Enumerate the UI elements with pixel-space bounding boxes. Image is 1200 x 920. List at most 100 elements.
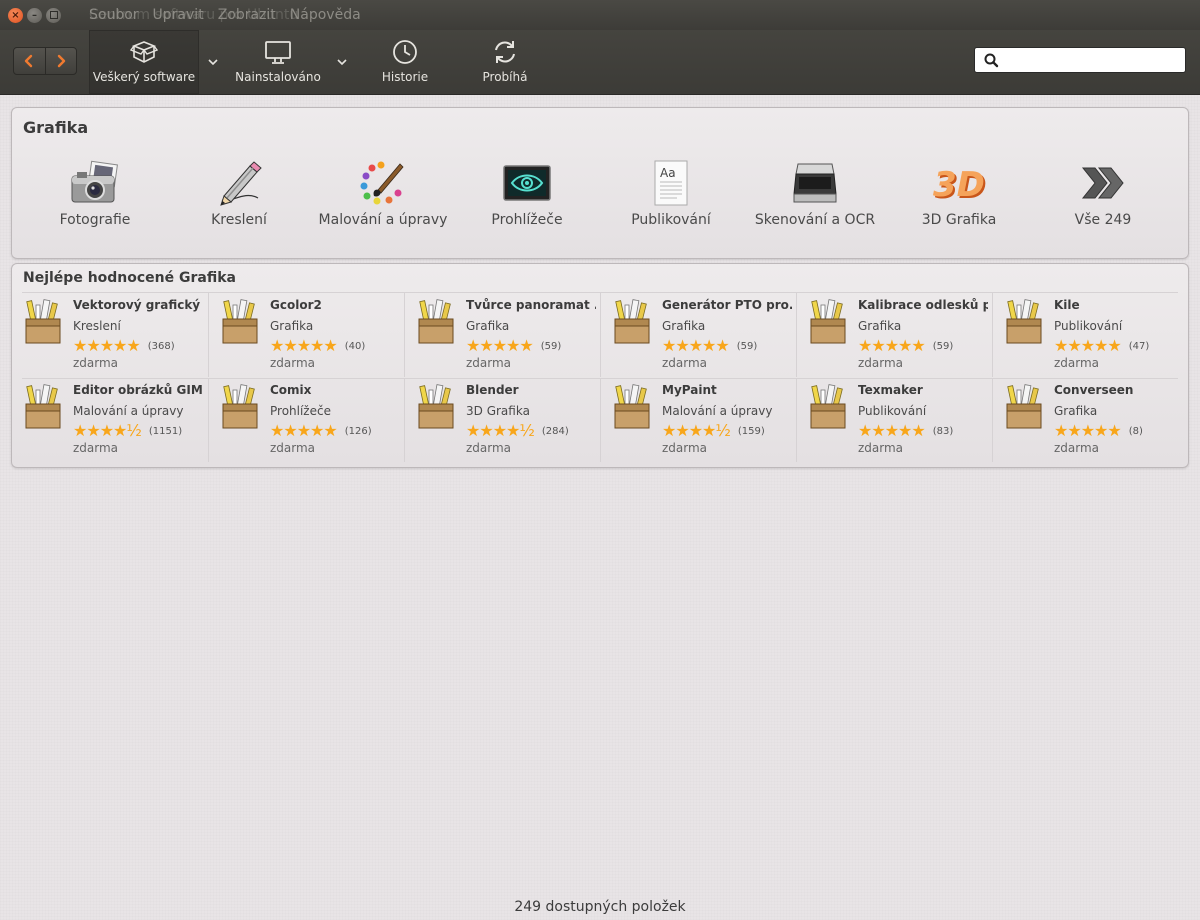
category-prohlizece[interactable]: Prohlížeče (455, 160, 599, 229)
app-tile[interactable]: Converseen Grafika ★★★★★ (8) zdarma (992, 378, 1188, 462)
app-category: Prohlížeče (270, 404, 331, 418)
app-name: Gcolor2 (270, 298, 322, 312)
category-panel: Grafika Fotografie Kreslení Malování a ú… (11, 107, 1189, 259)
installed-dropdown[interactable] (331, 44, 353, 80)
app-tile[interactable]: Blender 3D Grafika ★★★★½ (284) zdarma (404, 378, 600, 462)
minimize-window-button[interactable]: – (27, 7, 42, 23)
star-rating: ★★★★½ (466, 421, 535, 440)
menu-zobrazit[interactable]: Zobrazit (218, 7, 276, 23)
category-kresleni[interactable]: Kreslení (167, 160, 311, 229)
category-label: Fotografie (59, 212, 131, 228)
package-icon (613, 384, 651, 430)
star-rating: ★★★★★ (662, 336, 730, 355)
category-skenovani[interactable]: Skenování a OCR (743, 160, 887, 229)
maximize-window-button[interactable] (46, 7, 61, 23)
category-3d-grafika[interactable]: 3D 3D 3D Grafika (887, 160, 1031, 229)
app-tile[interactable]: MyPaint Malování a úpravy ★★★★½ (159) zdarma (600, 378, 796, 462)
review-count: (8) (1128, 425, 1143, 437)
star-rating: ★★★★½ (73, 421, 142, 440)
app-category: Malování a úpravy (662, 404, 773, 418)
maximize-icon (49, 11, 58, 19)
installed-button[interactable]: Nainstalováno (226, 30, 330, 94)
in-progress-label: Probíhá (482, 70, 528, 84)
menu-napoveda[interactable]: Nápověda (290, 7, 361, 23)
app-tile[interactable]: Gcolor2 Grafika ★★★★★ (40) zdarma (208, 293, 404, 377)
menu-upravit[interactable]: Upravit (153, 7, 204, 23)
app-category: Kreslení (73, 319, 121, 333)
app-tile[interactable]: Comix Prohlížeče ★★★★★ (126) zdarma (208, 378, 404, 462)
category-publikovani[interactable]: Aa Publikování (599, 160, 743, 229)
star-rating: ★★★★★ (858, 336, 926, 355)
installed-label: Nainstalováno (235, 70, 321, 84)
app-price: zdarma (858, 441, 904, 455)
app-tile[interactable]: Kalibrace odlesků p... Grafika ★★★★★ (59) zd… (796, 293, 992, 377)
palette-icon (360, 161, 404, 205)
app-name: Texmaker (858, 383, 923, 397)
app-name: Converseen (1054, 383, 1134, 397)
3d-icon: 3D 3D (933, 165, 987, 206)
app-category: 3D Grafika (466, 404, 530, 418)
app-name: Vektorový grafický ... (73, 298, 203, 312)
star-rating: ★★★★★ (1054, 421, 1122, 440)
all-software-button[interactable]: Veškerý software (89, 30, 199, 94)
app-price: zdarma (858, 356, 904, 370)
app-price: zdarma (1054, 441, 1100, 455)
chevron-down-icon (208, 59, 218, 66)
category-label: Kreslení (211, 212, 267, 228)
category-fotografie[interactable]: Fotografie (23, 160, 167, 229)
forward-button[interactable] (44, 48, 77, 74)
app-name: Generátor PTO pro... (662, 298, 792, 312)
app-price: zdarma (73, 441, 119, 455)
all-software-dropdown[interactable] (202, 44, 224, 80)
title-bar: × – Centrum softwaru pro Ubuntu Soubor U… (0, 0, 1200, 30)
package-icon (24, 384, 62, 430)
app-rating: ★★★★★ (59) (662, 338, 757, 354)
top-rated-title: Nejlépe hodnocené Grafika (23, 270, 236, 286)
app-rating: ★★★★★ (47) (1054, 338, 1149, 354)
category-all[interactable]: Vše 249 (1031, 160, 1175, 229)
top-rated-panel: Nejlépe hodnocené Grafika Vektorový graf… (11, 263, 1189, 468)
menu-soubor[interactable]: Soubor (89, 7, 139, 23)
app-tile[interactable]: Tvůrce panoramat ... Grafika ★★★★★ (59) zdar… (404, 293, 600, 377)
search-icon (984, 53, 999, 68)
navigation-buttons (13, 47, 77, 75)
app-rating: ★★★★½ (1151) (73, 423, 182, 439)
star-rating: ★★★★★ (858, 421, 926, 440)
app-rating: ★★★★★ (83) (858, 423, 953, 439)
app-category: Grafika (662, 319, 706, 333)
app-tile[interactable]: Kile Publikování ★★★★★ (47) zdarma (992, 293, 1188, 377)
app-tile[interactable]: Editor obrázků GIMP Malování a úpravy ★★★★… (12, 378, 207, 462)
package-icon (613, 299, 651, 345)
history-button[interactable]: Historie (360, 30, 450, 94)
app-category: Malování a úpravy (73, 404, 184, 418)
package-icon (417, 384, 455, 430)
viewer-eye-icon (503, 165, 551, 201)
menu-bar: Centrum softwaru pro Ubuntu Soubor Uprav… (89, 0, 375, 30)
app-category: Grafika (858, 319, 902, 333)
app-tile[interactable]: Vektorový grafický ... Kreslení ★★★★★ (368)… (12, 293, 207, 377)
review-count: (40) (344, 340, 366, 352)
back-button[interactable] (14, 48, 45, 74)
close-window-button[interactable]: × (8, 7, 23, 23)
sync-icon (495, 41, 515, 63)
category-malovani[interactable]: Malování a úpravy (311, 160, 455, 229)
app-price: zdarma (662, 356, 708, 370)
app-tile[interactable]: Generátor PTO pro... Grafika ★★★★★ (59) zdar… (600, 293, 796, 377)
svg-text:Aa: Aa (660, 166, 676, 180)
app-name: MyPaint (662, 383, 717, 397)
star-rating: ★★★★★ (270, 421, 338, 440)
category-panel-title: Grafika (23, 118, 89, 137)
search-input[interactable] (1003, 50, 1185, 70)
star-rating: ★★★★★ (1054, 336, 1122, 355)
category-label: Malování a úpravy (318, 212, 448, 228)
review-count: (1151) (148, 425, 183, 437)
svg-text:3D: 3D (933, 165, 985, 205)
app-tile[interactable]: Texmaker Publikování ★★★★★ (83) zdarma (796, 378, 992, 462)
in-progress-button[interactable]: Probíhá (460, 30, 550, 94)
history-label: Historie (381, 70, 429, 84)
star-rating: ★★★★★ (270, 336, 338, 355)
app-category: Grafika (466, 319, 510, 333)
review-count: (47) (1128, 340, 1150, 352)
search-box[interactable] (974, 47, 1186, 73)
app-name: Tvůrce panoramat ... (466, 298, 596, 312)
